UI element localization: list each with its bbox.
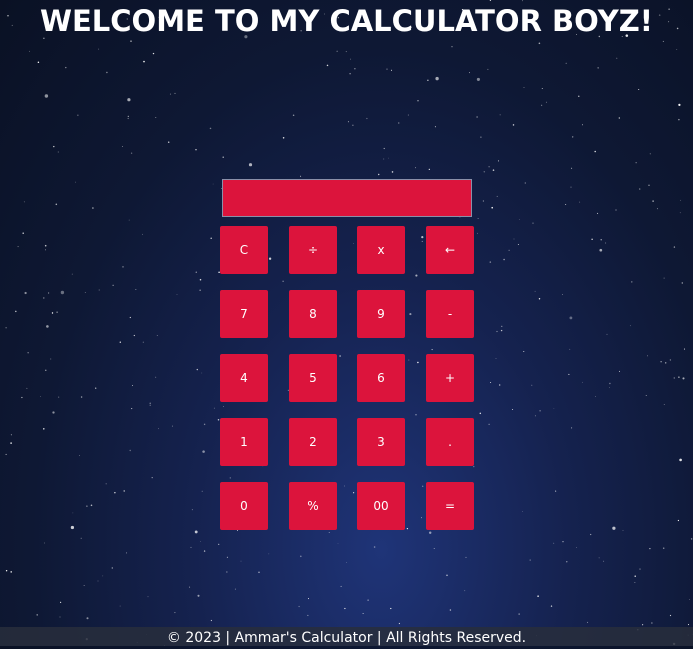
double-zero-button[interactable]: 00 — [357, 482, 405, 530]
digit-6-button[interactable]: 6 — [357, 354, 405, 402]
page-title: WELCOME TO MY CALCULATOR BOYZ! — [39, 4, 653, 38]
digit-8-button[interactable]: 8 — [289, 290, 337, 338]
equals-button[interactable]: = — [426, 482, 474, 530]
calculator-display[interactable] — [222, 179, 472, 217]
digit-0-button[interactable]: 0 — [220, 482, 268, 530]
subtract-button[interactable]: - — [426, 290, 474, 338]
clear-button[interactable]: C — [220, 226, 268, 274]
digit-4-button[interactable]: 4 — [220, 354, 268, 402]
digit-3-button[interactable]: 3 — [357, 418, 405, 466]
digit-2-button[interactable]: 2 — [289, 418, 337, 466]
footer: © 2023 | Ammar's Calculator | All Rights… — [0, 627, 693, 646]
backspace-button[interactable]: ← — [426, 226, 474, 274]
divide-button[interactable]: ÷ — [289, 226, 337, 274]
digit-1-button[interactable]: 1 — [220, 418, 268, 466]
multiply-button[interactable]: x — [357, 226, 405, 274]
digit-7-button[interactable]: 7 — [220, 290, 268, 338]
percent-button[interactable]: % — [289, 482, 337, 530]
digit-9-button[interactable]: 9 — [357, 290, 405, 338]
digit-5-button[interactable]: 5 — [289, 354, 337, 402]
decimal-point-button[interactable]: . — [426, 418, 474, 466]
add-button[interactable]: + — [426, 354, 474, 402]
starfield-background — [5, 0, 693, 646]
